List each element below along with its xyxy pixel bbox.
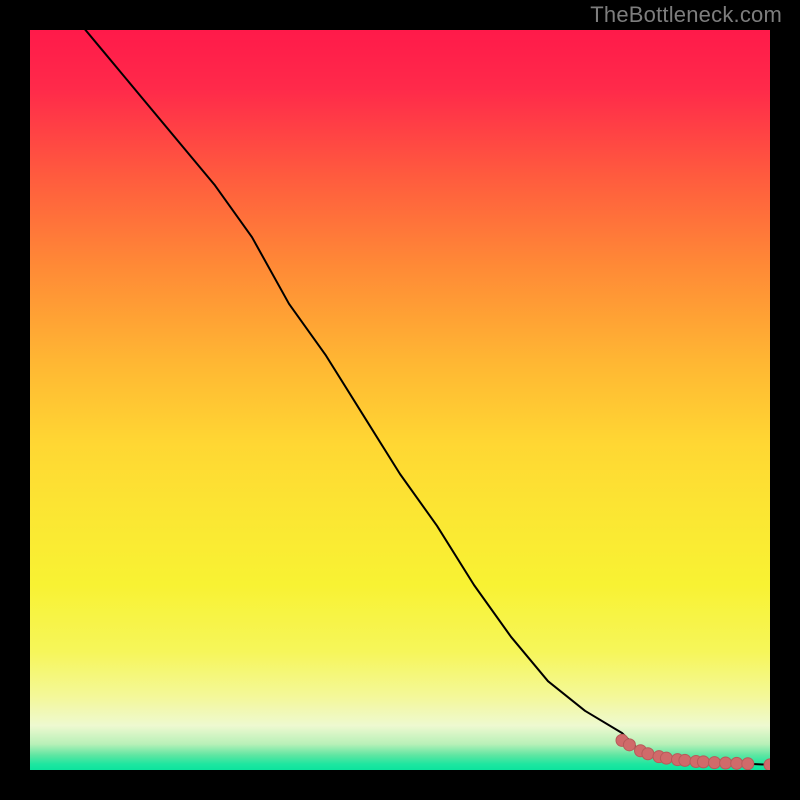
curve-markers [616, 734, 770, 770]
data-marker [709, 757, 721, 769]
data-marker [731, 757, 743, 769]
data-marker [742, 758, 754, 770]
chart-overlay [30, 30, 770, 770]
chart-container: TheBottleneck.com [0, 0, 800, 800]
data-marker [679, 754, 691, 766]
plot-area [30, 30, 770, 770]
data-marker [623, 739, 635, 751]
curve-line [67, 30, 770, 765]
data-marker [660, 752, 672, 764]
data-marker [764, 759, 770, 770]
data-marker [697, 756, 709, 768]
data-marker [642, 748, 654, 760]
attribution-text: TheBottleneck.com [590, 2, 782, 28]
data-marker [720, 757, 732, 769]
